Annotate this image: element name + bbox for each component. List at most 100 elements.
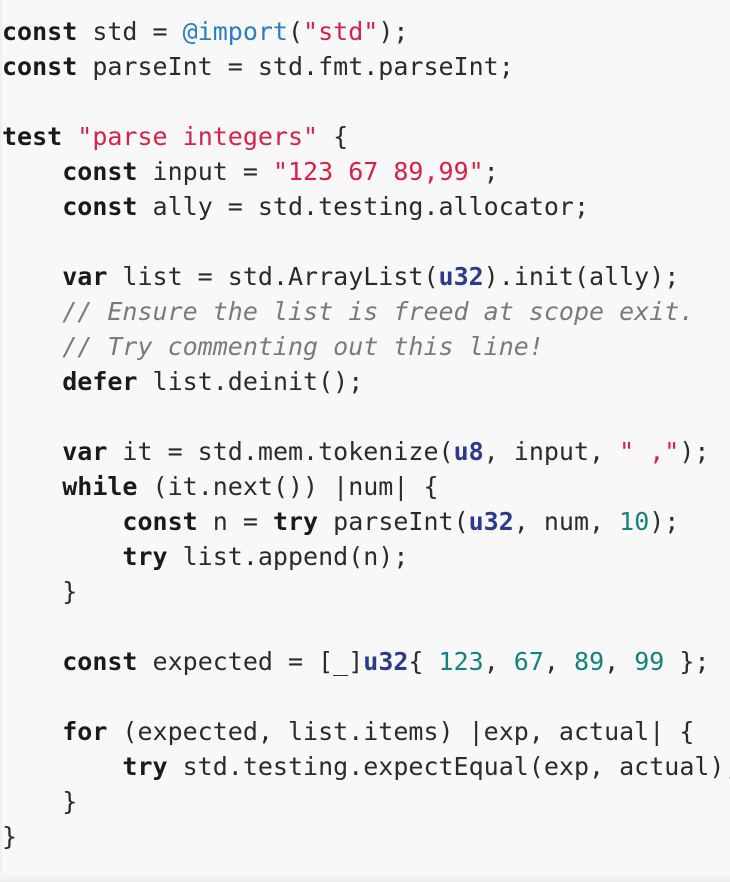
code-token-plain: ally = std.testing.allocator;	[137, 192, 590, 221]
code-line: const expected = [_]u32{ 123, 67, 89, 99…	[0, 644, 730, 679]
code-line: const std = @import("std");	[0, 14, 730, 49]
code-line: var it = std.mem.tokenize(u8, input, " ,…	[0, 434, 730, 469]
code-token-plain: std =	[77, 17, 183, 46]
code-token-keyword: try	[272, 507, 319, 536]
code-line: for (expected, list.items) |exp, actual|…	[0, 714, 730, 749]
code-line: try std.testing.expectEqual(exp, actual)…	[0, 749, 730, 784]
code-line: var list = std.ArrayList(u32).init(ally)…	[0, 259, 730, 294]
code-token-keyword: const	[62, 157, 138, 186]
code-token-plain: }	[2, 577, 78, 606]
code-token-plain: (expected, list.items) |exp, actual| {	[107, 717, 695, 746]
code-token-number: 99	[634, 647, 665, 676]
code-line: while (it.next()) |num| {	[0, 469, 730, 504]
code-token-plain: {	[408, 647, 439, 676]
code-token-plain: , input,	[483, 437, 620, 466]
code-token-keyword: var	[62, 437, 108, 466]
code-token-keyword: const	[62, 647, 138, 676]
code-token-keyword: defer	[62, 367, 138, 396]
code-token-number: 89	[574, 647, 605, 676]
code-line: try list.append(n);	[0, 539, 730, 574]
code-token-keyword: test	[2, 122, 63, 151]
code-line: // Try commenting out this line!	[0, 329, 730, 364]
code-token-punct: );	[679, 437, 710, 466]
code-token-keyword: const	[2, 17, 78, 46]
code-token-plain: };	[664, 647, 710, 676]
code-token-comment: // Try commenting out this line!	[62, 332, 544, 361]
code-token-type: u32	[468, 507, 514, 536]
code-token-number: 67	[513, 647, 544, 676]
code-line: const ally = std.testing.allocator;	[0, 189, 730, 224]
code-token-plain: ).init(ally);	[483, 262, 680, 291]
code-token-plain: ,	[604, 647, 635, 676]
code-token-string: "parse integers"	[77, 122, 319, 151]
code-token-plain: }	[2, 787, 78, 816]
code-token-plain: input =	[137, 157, 273, 186]
code-token-plain: it = std.mem.tokenize(	[107, 437, 454, 466]
code-token-plain: list.deinit();	[137, 367, 364, 396]
code-line: const input = "123 67 89,99";	[0, 154, 730, 189]
code-block[interactable]: const std = @import("std"); const parseIn…	[0, 14, 730, 854]
code-token-builtin: @import	[182, 17, 288, 46]
code-token-keyword: const	[2, 52, 78, 81]
code-token-plain: , num,	[513, 507, 620, 536]
code-line: // Ensure the list is freed at scope exi…	[0, 294, 730, 329]
code-token-plain: ,	[543, 647, 575, 676]
code-token-type: u32	[363, 647, 409, 676]
code-token-comment: // Ensure the list is freed at scope exi…	[62, 297, 695, 326]
code-token-string: "123 67 89,99"	[272, 157, 484, 186]
code-token-punct: );	[649, 507, 680, 536]
code-token-number: 10	[619, 507, 650, 536]
code-token-string: " ,"	[619, 437, 680, 466]
code-token-keyword: for	[62, 717, 108, 746]
code-line: const parseInt = std.fmt.parseInt;	[0, 49, 730, 84]
code-token-plain: expected = [_]	[137, 647, 364, 676]
code-token-plain: ,	[483, 647, 514, 676]
code-token-punct: (	[287, 17, 304, 46]
code-token-keyword: while	[62, 472, 138, 501]
code-token-keyword: const	[122, 507, 198, 536]
code-token-punct: {	[318, 122, 349, 151]
code-token-plain: n =	[197, 507, 273, 536]
code-snippet-card: const std = @import("std"); const parseIn…	[0, 0, 730, 882]
code-token-plain: }	[2, 822, 18, 851]
code-token-type: u8	[453, 437, 484, 466]
code-token-keyword: try	[122, 752, 168, 781]
code-token-punct: );	[378, 17, 409, 46]
code-token-keyword: var	[62, 262, 108, 291]
code-token-string: "std"	[303, 17, 379, 46]
code-line: }	[0, 819, 730, 854]
code-token-plain: (it.next()) |num| {	[137, 472, 439, 501]
code-line: }	[0, 784, 730, 819]
code-token-keyword: const	[62, 192, 138, 221]
code-line: defer list.deinit();	[0, 364, 730, 399]
code-token-plain: parseInt = std.fmt.parseInt;	[77, 52, 514, 81]
code-token-plain: parseInt(	[318, 507, 469, 536]
code-line: const n = try parseInt(u32, num, 10);	[0, 504, 730, 539]
code-token-punct: ;	[483, 157, 499, 186]
code-token-plain: list.append(n);	[167, 542, 409, 571]
code-token-plain: list = std.ArrayList(	[107, 262, 439, 291]
code-token-keyword: try	[122, 542, 168, 571]
code-line: }	[0, 574, 730, 609]
code-line: test "parse integers" {	[0, 119, 730, 154]
code-token-number: 123	[438, 647, 484, 676]
